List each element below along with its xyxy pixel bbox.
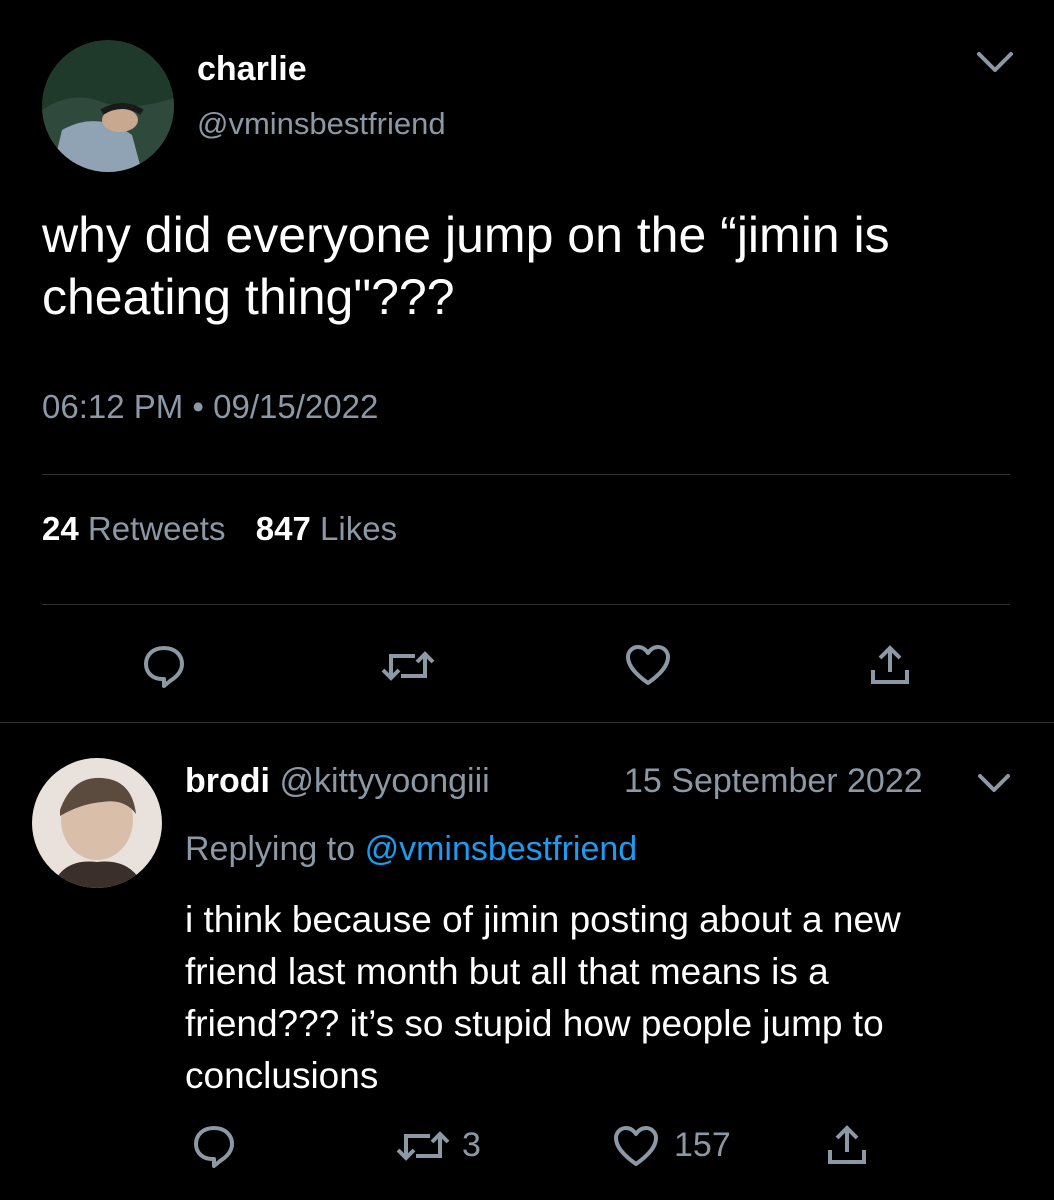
reply-author-handle[interactable]: @kittyyoongiii: [279, 762, 489, 800]
retweet-icon[interactable]: [396, 1124, 450, 1168]
heart-icon[interactable]: [612, 1124, 660, 1168]
chevron-down-icon[interactable]: [974, 770, 1014, 796]
reply-text: i think because of jimin posting about a…: [185, 899, 901, 1096]
reply-icon[interactable]: [190, 1122, 238, 1170]
reply-icon[interactable]: [140, 642, 188, 690]
share-icon[interactable]: [824, 1122, 870, 1168]
reply-retweet-count: 3: [462, 1126, 481, 1164]
reply-header: brodi @kittyyoongiii: [185, 762, 490, 801]
divider: [42, 604, 1010, 605]
divider: [0, 722, 1054, 723]
reply-like-count: 157: [674, 1126, 731, 1164]
retweet-icon[interactable]: [381, 644, 435, 688]
likes-label[interactable]: Likes: [320, 510, 397, 547]
replying-to: Replying to @vminsbestfriend: [185, 830, 637, 869]
share-icon[interactable]: [867, 642, 913, 688]
reply-date[interactable]: 15 September 2022: [624, 762, 923, 801]
replying-to-label: Replying to: [185, 830, 356, 868]
replying-to-handle[interactable]: @vminsbestfriend: [365, 830, 638, 868]
main-tweet-timestamp[interactable]: 06:12 PM • 09/15/2022: [42, 388, 378, 426]
chevron-down-icon[interactable]: [975, 50, 1015, 76]
likes-count[interactable]: 847: [256, 510, 311, 547]
retweets-count[interactable]: 24: [42, 510, 79, 547]
retweets-label[interactable]: Retweets: [88, 510, 226, 547]
main-author-avatar[interactable]: [42, 40, 174, 172]
main-tweet-text: why did everyone jump on the “jimin is c…: [42, 207, 890, 325]
reply-author-name[interactable]: brodi: [185, 762, 270, 800]
reply-author-avatar[interactable]: [32, 758, 162, 888]
main-author-handle[interactable]: @vminsbestfriend: [197, 106, 446, 142]
main-author-name[interactable]: charlie: [197, 50, 307, 89]
divider: [42, 474, 1010, 475]
tweet-stats: 24 Retweets 847 Likes: [42, 510, 397, 548]
heart-icon[interactable]: [624, 643, 672, 687]
